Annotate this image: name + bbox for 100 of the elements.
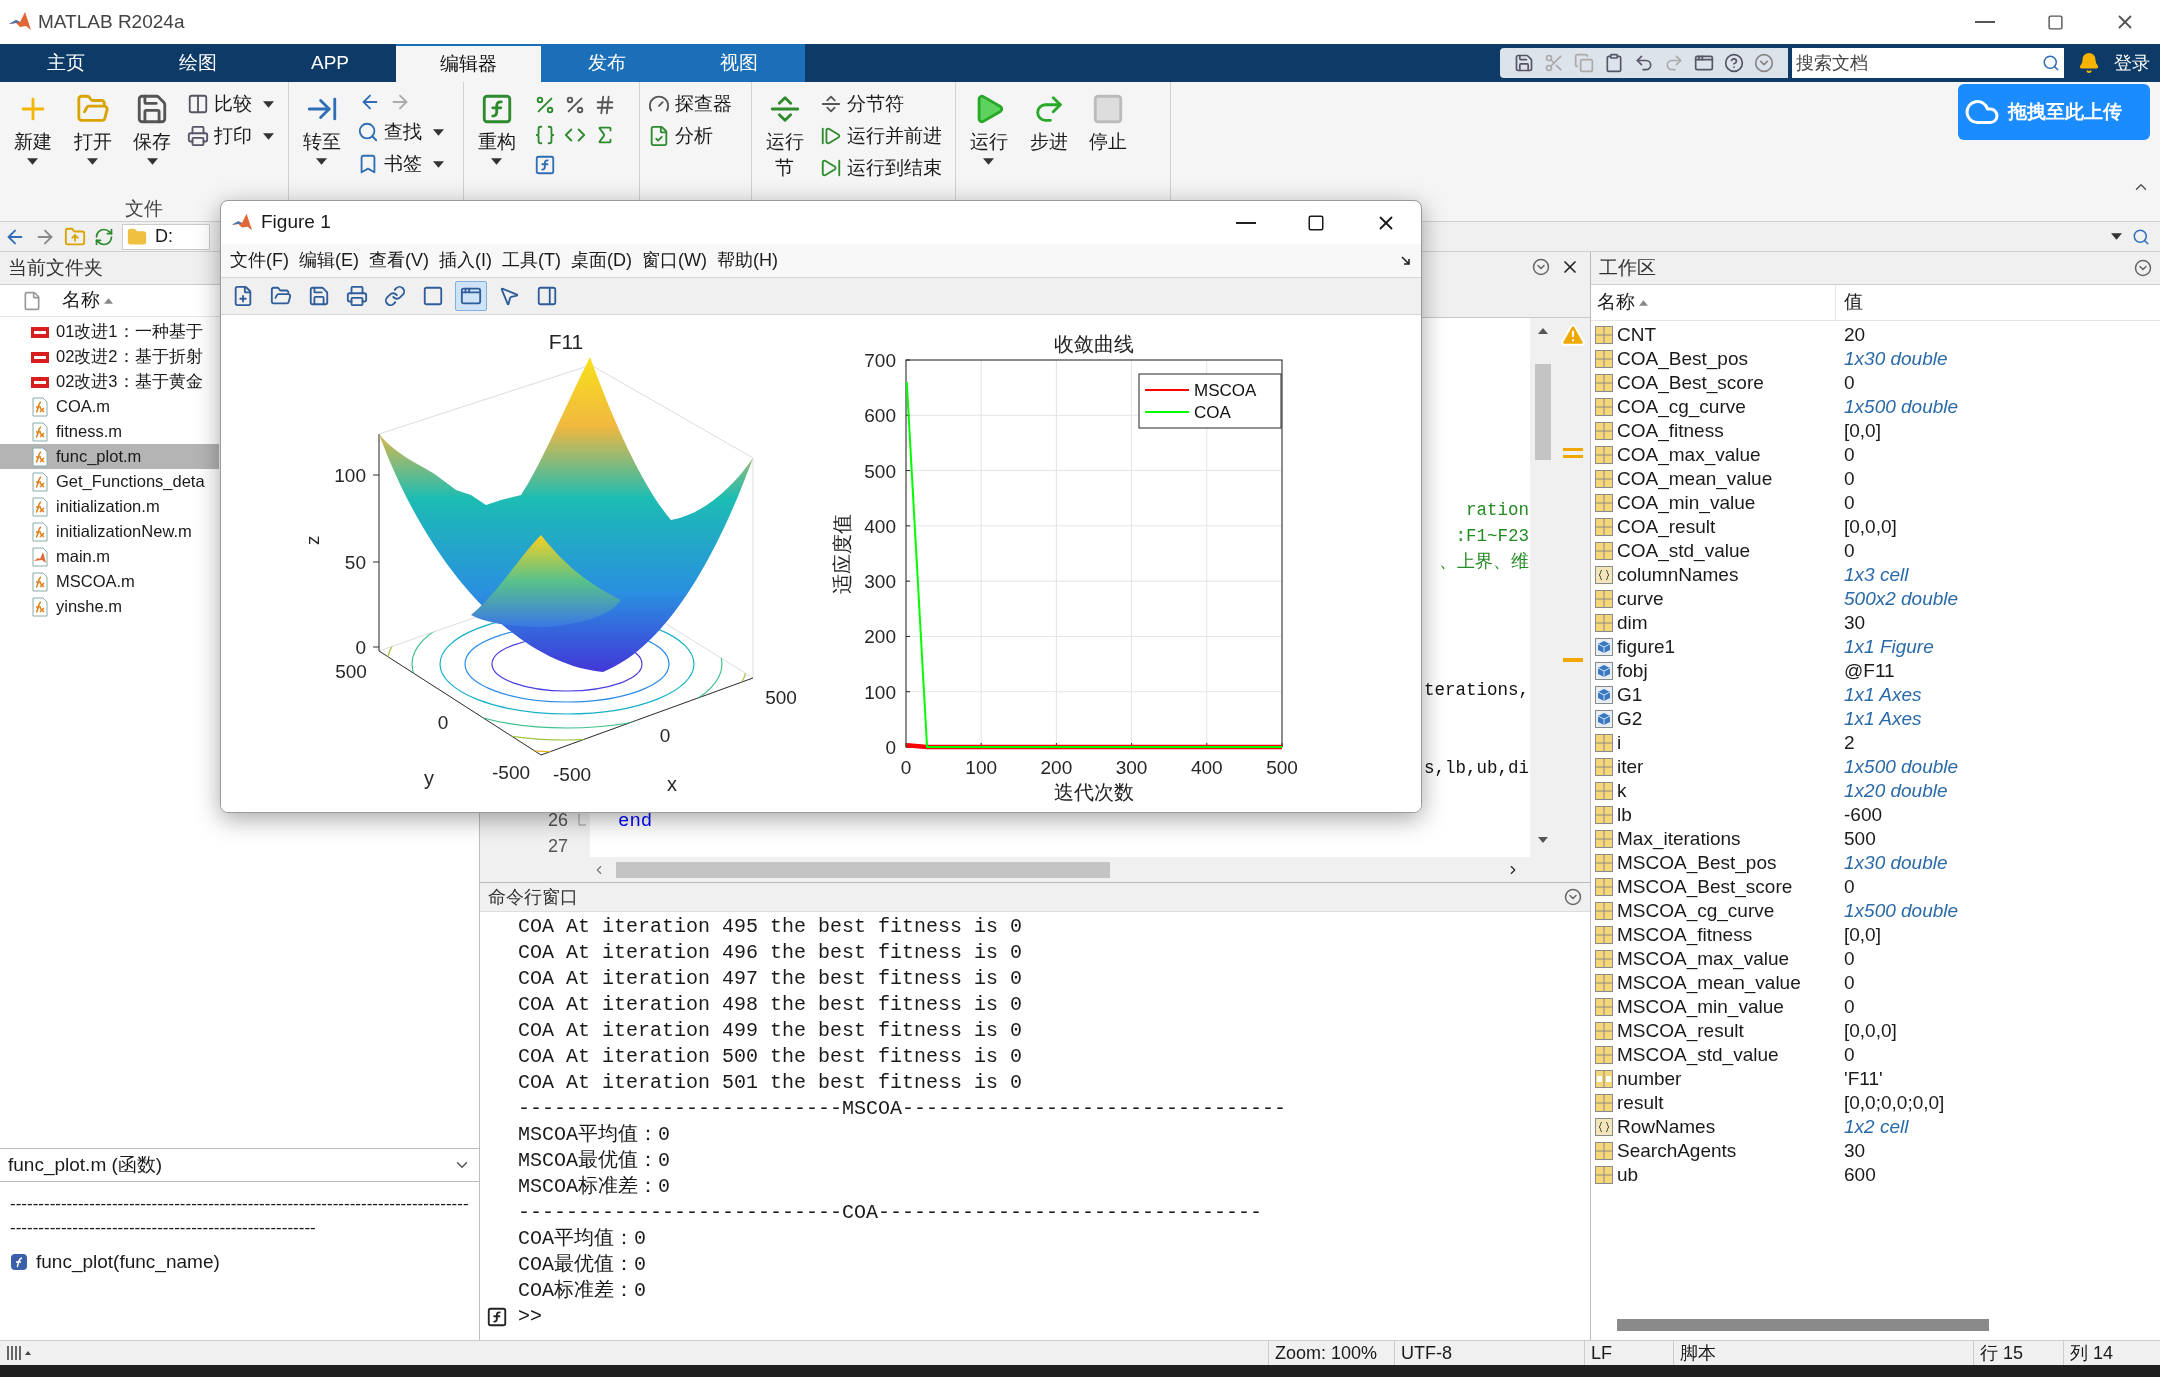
- variable-value: 1x3 cell: [1843, 562, 1909, 587]
- variable-value: 1x500 double: [1843, 394, 1959, 419]
- line-number: 26: [547, 808, 568, 832]
- code-text: ration: [1466, 499, 1529, 522]
- variable-value: 0: [1843, 466, 1855, 491]
- variable-value: 0: [1843, 1042, 1855, 1067]
- console-line: COA At iteration 500 the best fitness is 0: [518, 1044, 1023, 1070]
- variable-value: [0,0,0]: [1843, 1018, 1897, 1043]
- variable-value: 1x1 Axes: [1843, 682, 1922, 707]
- axis-label: 迭代次数: [1054, 781, 1134, 803]
- variable-value: 0: [1843, 946, 1855, 971]
- console-line: COA At iteration 499 the best fitness is 0: [518, 1018, 1023, 1044]
- variable-value: 0: [1843, 874, 1855, 899]
- console-line: COA At iteration 495 the best fitness is 0: [518, 914, 1023, 940]
- console-line: COA At iteration 498 the best fitness is 0: [518, 992, 1023, 1018]
- console-line: COA At iteration 497 the best fitness is 0: [518, 966, 1023, 992]
- axis-tick-label: 200: [864, 626, 896, 648]
- variable-value: -600: [1843, 802, 1883, 827]
- variable-value: 30: [1843, 610, 1866, 635]
- variable-value: [0,0]: [1843, 418, 1881, 443]
- function-signature: func_plot(func_name): [36, 1250, 220, 1275]
- variable-value: 0: [1843, 994, 1855, 1019]
- code-text: :F1~F23: [1455, 525, 1529, 548]
- variable-value: [0,0,0]: [1843, 514, 1897, 539]
- panel-title: 命令行窗口: [488, 885, 578, 909]
- axis-tick-label: 500: [1266, 757, 1298, 778]
- variable-value: 600: [1843, 1162, 1876, 1187]
- axis-tick-label: 0: [437, 712, 449, 733]
- console-line: ---------------------------MSCOA--------------------------------: [518, 1096, 1287, 1122]
- axis-tick-label: 700: [864, 350, 896, 371]
- code-text: end: [618, 809, 653, 833]
- code-text: s,lb,ub,di: [1423, 757, 1529, 780]
- variable-value: [0,0;0,0;0,0]: [1843, 1090, 1945, 1115]
- code-text: 、上界、维: [1439, 551, 1529, 574]
- console-line: COA At iteration 501 the best fitness is 0: [518, 1070, 1023, 1096]
- variable-value: 1x20 double: [1843, 778, 1948, 803]
- axis-label: 适应度值: [831, 513, 853, 594]
- variable-value: 0: [1843, 490, 1855, 515]
- plot-title: F11: [548, 330, 584, 353]
- axis-tick-label: 100: [334, 465, 366, 486]
- variable-value: 1x30 double: [1843, 346, 1948, 371]
- axis-tick-label: 0: [355, 637, 366, 658]
- variable-value: 1x1 Figure: [1843, 634, 1934, 659]
- variable-value: 0: [1843, 538, 1855, 563]
- console-line: MSCOA平均值：0: [518, 1122, 670, 1148]
- axis-tick-label: 100: [864, 681, 896, 703]
- group-label: 文件: [124, 197, 164, 221]
- chart-title: 收敛曲线: [1054, 333, 1134, 355]
- axis-label: x: [667, 773, 677, 795]
- variable-value: 500x2 double: [1843, 586, 1959, 611]
- line-number: 27: [547, 834, 568, 858]
- variable-value: 0: [1843, 970, 1855, 995]
- variable-value: 30: [1843, 1138, 1866, 1163]
- axis-tick-label: 200: [1040, 757, 1073, 778]
- axis-tick-label: 100: [965, 757, 998, 778]
- console-line: COA标准差：0: [518, 1278, 646, 1304]
- variable-value: @F11: [1843, 658, 1895, 683]
- panel-title: 工作区: [1599, 255, 1656, 280]
- axis-tick-label: 500: [864, 460, 896, 482]
- console-line: COA最优值：0: [518, 1252, 646, 1278]
- axis-tick-label: 600: [864, 405, 896, 427]
- variable-value: 0: [1843, 370, 1855, 395]
- legend-label: MSCOA: [1194, 381, 1257, 400]
- variable-value: 1x500 double: [1843, 754, 1959, 779]
- axis-tick-label: 0: [659, 725, 671, 746]
- panel-title: 当前文件夹: [8, 255, 103, 280]
- variable-value: 500: [1843, 826, 1876, 851]
- variable-value: 20: [1843, 322, 1866, 347]
- axis-tick-label: 400: [864, 515, 896, 537]
- axis-tick-label: -500: [553, 764, 591, 785]
- axis-tick-label: 300: [1115, 757, 1148, 778]
- function-description: ---------------------------------------------------------------------------------------------------------------------------------------: [10, 1193, 469, 1239]
- console-line: COA At iteration 496 the best fitness is 0: [518, 940, 1023, 966]
- variable-value: 1x500 double: [1843, 898, 1959, 923]
- details-title: func_plot.m (函数): [8, 1152, 163, 1178]
- variable-value: 1x2 cell: [1843, 1114, 1909, 1139]
- window-title: Figure 1: [261, 210, 331, 235]
- code-text: terations,: [1423, 679, 1529, 702]
- variable-value: 1x1 Axes: [1843, 706, 1922, 731]
- variable-value: 0: [1843, 442, 1855, 467]
- variable-value: 2: [1843, 730, 1855, 755]
- axis-tick-label: 0: [900, 757, 912, 778]
- console-line: MSCOA最优值：0: [518, 1148, 670, 1174]
- axis-tick-label: 0: [885, 737, 896, 758]
- console-line: MSCOA标准差：0: [518, 1174, 670, 1200]
- axis-tick-label: 400: [1190, 757, 1223, 778]
- variable-value: [0,0]: [1843, 922, 1881, 947]
- variable-value: 'F11': [1843, 1066, 1883, 1091]
- axis-tick-label: -500: [492, 762, 530, 783]
- axis-label: y: [424, 767, 434, 789]
- axis-tick-label: 50: [344, 552, 366, 573]
- axis-tick-label: 500: [335, 661, 367, 682]
- axis-tick-label: 500: [765, 687, 797, 708]
- window-title: MATLAB R2024a: [38, 9, 185, 34]
- axis-tick-label: 300: [864, 571, 896, 593]
- variable-value: 1x30 double: [1843, 850, 1948, 875]
- console-line: ---------------------------COA--------------------------------: [518, 1200, 1263, 1226]
- legend-label: COA: [1194, 403, 1231, 422]
- axis-label: z: [302, 535, 323, 545]
- console-line: COA平均值：0: [518, 1226, 646, 1252]
